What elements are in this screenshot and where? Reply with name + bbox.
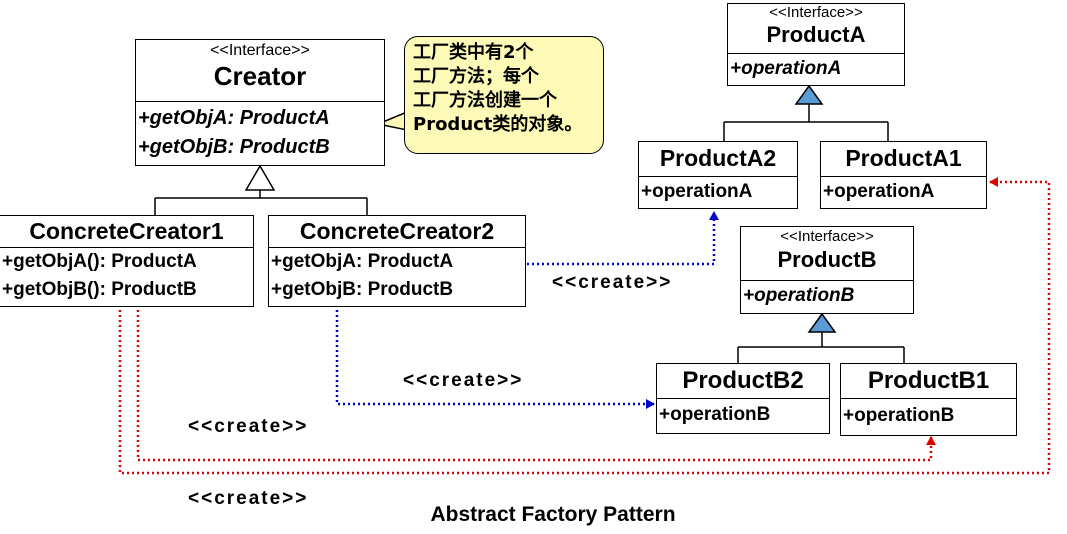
product-b2-class: ProductB2 +operationB	[656, 363, 830, 434]
concrete-creator2-operations: +getObjA: ProductA +getObjB: ProductB	[269, 248, 525, 304]
creator-op-getobjb: +getObjB: ProductB	[138, 136, 330, 158]
creator-operations: +getObjA: ProductA +getObjB: ProductB	[136, 102, 384, 162]
creator-op-getobja: +getObjA: ProductA	[138, 107, 330, 129]
create-label-b1: <<create>>	[188, 416, 309, 437]
product-a2-class: ProductA2 +operationA	[638, 141, 798, 209]
product-b1-header: ProductB1	[841, 364, 1016, 399]
product-b-name: ProductB	[777, 247, 877, 272]
create-label-a2: <<create>>	[552, 272, 673, 293]
product-a2-name: ProductA2	[659, 145, 777, 171]
concrete-creator1-name: ConcreteCreator1	[29, 218, 224, 244]
product-b1-operations: +operationB	[841, 399, 1016, 432]
product-b-class: <<Interface>> ProductB +operationB	[740, 226, 914, 314]
product-b-inheritance	[737, 312, 905, 363]
product-b1-class: ProductB1 +operationB	[840, 363, 1017, 436]
concrete-creator1-op-getobjb: +getObjB(): ProductB	[2, 279, 197, 300]
concrete-creator1-header: ConcreteCreator1	[0, 216, 253, 248]
concrete-creator2-class: ConcreteCreator2 +getObjA: ProductA +get…	[268, 215, 526, 307]
concrete-creator1-class: ConcreteCreator1 +getObjA(): ProductA +g…	[0, 215, 254, 307]
concrete-creator1-op-getobja: +getObjA(): ProductA	[2, 251, 197, 272]
product-b2-operations: +operationB	[657, 399, 829, 430]
creator-class: <<Interface>> Creator +getObjA: ProductA…	[135, 39, 385, 166]
concrete-creator2-header: ConcreteCreator2	[269, 216, 525, 248]
product-a1-header: ProductA1	[821, 142, 986, 177]
creator-inheritance	[154, 164, 368, 215]
product-a1-class: ProductA1 +operationA	[820, 141, 987, 209]
product-b2-op: +operationB	[659, 404, 771, 425]
product-a-class: <<Interface>> ProductA +operationA	[727, 3, 905, 86]
product-a1-op: +operationA	[823, 181, 935, 202]
product-a-operations: +operationA	[728, 54, 904, 84]
product-a-op: +operationA	[730, 58, 842, 79]
product-b-operations: +operationB	[741, 281, 913, 311]
diagram-caption: Abstract Factory Pattern	[430, 503, 676, 526]
product-a-inheritance	[723, 84, 889, 141]
product-b1-name: ProductB1	[867, 367, 990, 394]
product-b-op: +operationB	[743, 285, 855, 306]
product-b1-op: +operationB	[843, 405, 955, 426]
product-a2-operations: +operationA	[639, 177, 797, 206]
product-a-stereotype: <<Interface>>	[769, 4, 863, 21]
note-callout: 工厂类中有2个 工厂方法；每个 工厂方法创建一个 Product类的对象。	[404, 36, 604, 154]
concrete-creator1-operations: +getObjA(): ProductA +getObjB(): Product…	[0, 248, 253, 304]
product-a2-header: ProductA2	[639, 142, 797, 177]
product-b2-header: ProductB2	[657, 364, 829, 399]
product-b-stereotype: <<Interface>>	[780, 228, 874, 245]
product-a1-operations: +operationA	[821, 177, 986, 206]
abstract-factory-diagram: <<Interface>> Creator +getObjA: ProductA…	[0, 0, 1067, 534]
product-a1-name: ProductA1	[845, 145, 962, 171]
creator-name: Creator	[213, 61, 307, 91]
creator-header: <<Interface>> Creator	[136, 40, 384, 102]
product-b2-name: ProductB2	[682, 367, 804, 394]
concrete-creator2-name: ConcreteCreator2	[299, 218, 495, 244]
product-b-header: <<Interface>> ProductB	[741, 227, 913, 281]
creator-stereotype: <<Interface>>	[210, 42, 310, 59]
create-a2-arrow	[512, 211, 719, 266]
product-a-name: ProductA	[766, 22, 866, 47]
concrete-creator2-op-getobja: +getObjA: ProductA	[271, 251, 454, 272]
product-a2-op: +operationA	[641, 181, 753, 202]
create-label-b2: <<create>>	[403, 370, 524, 391]
product-a-header: <<Interface>> ProductA	[728, 4, 904, 54]
concrete-creator2-op-getobjb: +getObjB: ProductB	[271, 279, 454, 300]
